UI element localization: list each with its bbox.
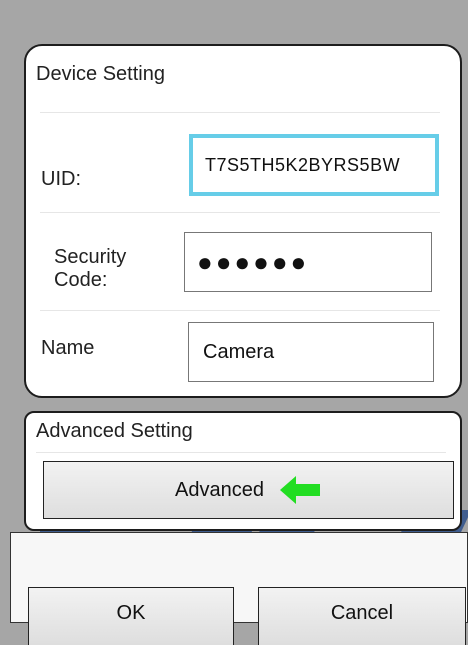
- security-code-label-line2: Code:: [54, 269, 108, 291]
- advanced-button[interactable]: Advanced: [43, 461, 454, 519]
- security-code-label-line1: Security: [54, 246, 127, 268]
- ok-button-label: OK: [116, 602, 146, 624]
- security-code-field[interactable]: ●●●●●●: [184, 232, 432, 292]
- divider: [40, 212, 440, 213]
- name-label: Name: [41, 337, 95, 359]
- arrow-left-icon: [279, 476, 322, 504]
- security-code-label: Security Code:: [54, 246, 126, 292]
- divider: [40, 310, 440, 311]
- uid-label: UID:: [41, 168, 81, 190]
- advanced-button-label: Advanced: [175, 478, 264, 501]
- uid-field[interactable]: T7S5TH5K2BYRS5BW: [189, 134, 439, 196]
- security-code-value: ●●●●●●: [197, 246, 310, 277]
- ok-button[interactable]: OK: [28, 587, 234, 645]
- cancel-button-label: Cancel: [330, 602, 394, 624]
- name-field[interactable]: Camera: [188, 322, 434, 382]
- device-setting-title: Device Setting: [36, 63, 165, 85]
- cancel-button[interactable]: Cancel: [258, 587, 466, 645]
- uid-value: T7S5TH5K2BYRS5BW: [205, 154, 401, 175]
- divider: [36, 452, 446, 453]
- name-value: Camera: [203, 340, 275, 363]
- divider: [40, 112, 440, 113]
- advanced-setting-title: Advanced Setting: [36, 420, 193, 442]
